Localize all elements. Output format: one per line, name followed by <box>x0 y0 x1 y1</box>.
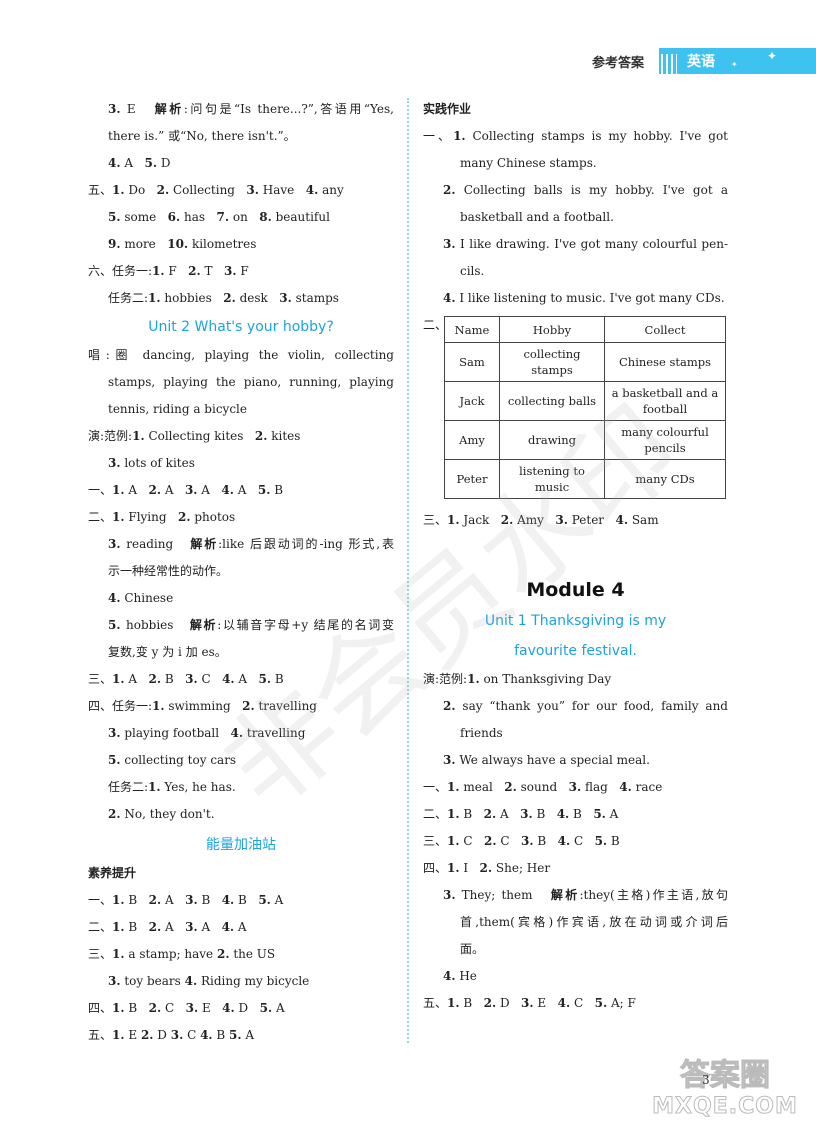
table-cell: drawing <box>499 420 605 460</box>
answer-line: 2. Collecting balls is my hobby. I've go… <box>443 183 728 197</box>
answer-line: 3. E 解析:问句是“Is there...?”,答语用“Yes, <box>108 102 394 116</box>
answer-line: 任务二:1. Yes, he has. <box>108 780 236 794</box>
table-cell: Chinese stamps <box>604 342 726 382</box>
answer-line: 三、1. C 2. C 3. B 4. C 5. B <box>423 834 620 848</box>
site-logo-bottom: MXQE.COM <box>652 1094 798 1120</box>
page-number: 3 <box>702 1073 710 1087</box>
stripes-decoration <box>661 54 677 74</box>
table-cell: collecting stamps <box>499 342 605 382</box>
answer-line: 一、1. B 2. A 3. B 4. B 5. A <box>88 893 284 907</box>
table-cell: many colourful pencils <box>604 420 726 460</box>
answer-line: 3. playing football 4. travelling <box>108 726 306 740</box>
table-row: Amy drawing many colourful pencils <box>444 420 726 460</box>
subject-label: 英语 <box>687 54 715 70</box>
answer-line: 3. reading 解析:like 后跟动词的-ing 形式,表 <box>108 537 394 551</box>
answer-line: 五、1. E 2. D 3. C 4. B 5. A <box>88 1028 255 1042</box>
answer-line: cils. <box>460 264 485 278</box>
answer-line: 四、1. I 2. She; Her <box>423 861 551 875</box>
answer-line: 首,them(宾格)作宾语,放在动词或介词后 <box>460 915 728 929</box>
hobby-table: Name Hobby Collect Sam collecting stamps Chi… <box>444 316 726 499</box>
left-column: 3. E 解析:问句是“Is there...?”,答语用“Yes, there … <box>88 96 394 1049</box>
column-divider <box>407 98 409 1043</box>
answer-line: 5. some 6. has 7. on 8. beautiful <box>108 210 330 224</box>
header-label: 参考答案 <box>592 56 645 71</box>
answer-line: 4. Chinese <box>108 591 174 605</box>
subsection-heading: 素养提升 <box>88 866 137 880</box>
answer-line: 演:范例:1. on Thanksgiving Day <box>423 672 612 686</box>
answer-line: 一、1. Collecting stamps is my hobby. I've… <box>423 129 728 143</box>
answer-line: 任务二:1. hobbies 2. desk 3. stamps <box>108 291 339 305</box>
unit-title-line-2: favourite festival. <box>514 643 637 659</box>
table-cell: Peter <box>444 459 500 499</box>
subsection-heading: 实践作业 <box>423 102 472 116</box>
unit-title-line-1: Unit 1 Thanksgiving is my <box>484 613 667 629</box>
answer-line: 五、1. Do 2. Collecting 3. Have 4. any <box>88 183 344 197</box>
sparkle-icon: ✦ <box>731 60 738 69</box>
table-header-cell: Hobby <box>499 316 605 343</box>
answer-line: 3. I like drawing. I've got many colourf… <box>443 237 728 251</box>
answer-line: 5. collecting toy cars <box>108 753 237 767</box>
table-cell: Jack <box>444 381 500 421</box>
answer-line: 三、1. Jack 2. Amy 3. Peter 4. Sam <box>423 513 659 527</box>
answer-line: 一、1. A 2. A 3. A 4. A 5. B <box>88 483 284 497</box>
section-title: 能量加油站 <box>206 837 276 853</box>
module-title: Module 4 <box>526 579 625 601</box>
answer-line: 二、1. Flying 2. photos <box>88 510 236 524</box>
table-row: Jack collecting balls a basketball and a f… <box>444 381 726 421</box>
answer-line: 2. say “thank you” for our food, family … <box>443 699 728 713</box>
answer-line: 3. They; them 解析:they(主格)作主语,放句 <box>443 888 728 902</box>
answer-line: 4. I like listening to music. I've got m… <box>443 291 725 305</box>
table-header-cell: Collect <box>604 316 726 343</box>
answer-line: 二、1. B 2. A 3. A 4. A <box>88 920 247 934</box>
table-cell: collecting balls <box>499 381 605 421</box>
table-row: Sam collecting stamps Chinese stamps <box>444 342 726 382</box>
answer-line: 四、1. B 2. C 3. E 4. D 5. A <box>88 1001 285 1015</box>
answer-line: 五、1. B 2. D 3. E 4. C 5. A; F <box>423 996 636 1010</box>
answer-line: 四、任务一:1. swimming 2. travelling <box>88 699 317 713</box>
table-row: Peter listening to music many CDs <box>444 459 726 499</box>
right-column: 实践作业 一、1. Collecting stamps is my hobby.… <box>423 96 728 1017</box>
answer-line: many Chinese stamps. <box>460 156 597 170</box>
answer-line: 3. toy bears 4. Riding my bicycle <box>108 974 310 988</box>
answer-line: 二、1. B 2. A 3. B 4. B 5. A <box>423 807 619 821</box>
table-cell: many CDs <box>604 459 726 499</box>
table-prefix: 二、 <box>423 318 448 332</box>
sparkle-icon: ✦ <box>767 49 778 63</box>
answer-line: 演:范例:1. Collecting kites 2. kites <box>88 429 301 443</box>
table-cell: Sam <box>444 342 500 382</box>
table-cell: listening to music <box>499 459 605 499</box>
answer-line: 5. hobbies 解析:以辅音字母+y 结尾的名词变 <box>108 618 394 632</box>
answer-line: 六、任务一:1. F 2. T 3. F <box>88 264 249 278</box>
answer-line: 三、1. A 2. B 3. C 4. A 5. B <box>88 672 284 686</box>
answer-line: friends <box>460 726 503 740</box>
answer-line: there is.” 或“No, there isn't.”。 <box>108 129 296 143</box>
hobby-table-block: 二、 Name Hobby Collect Sam collecting stamps… <box>423 316 728 499</box>
table-cell: Amy <box>444 420 500 460</box>
answer-line: 3. lots of kites <box>108 456 195 470</box>
answer-line: tennis, riding a bicycle <box>108 402 247 416</box>
site-logo: 答案圈 MXQE.COM <box>645 1050 805 1120</box>
answer-line: 9. more 10. kilometres <box>108 237 257 251</box>
answer-line: basketball and a football. <box>460 210 614 224</box>
answer-line: 三、1. a stamp; have 2. the US <box>88 947 276 961</box>
site-logo-top: 答案圈 <box>680 1058 771 1094</box>
answer-line: stamps, playing the piano, running, play… <box>108 375 394 389</box>
answer-line: 2. No, they don't. <box>108 807 215 821</box>
table-header-cell: Name <box>444 316 500 343</box>
subject-banner: 英语 ✦ ✦ <box>659 48 816 74</box>
unit-title: Unit 2 What's your hobby? <box>148 319 334 335</box>
answer-line: 一、1. meal 2. sound 3. flag 4. race <box>423 780 663 794</box>
answer-line: 4. He <box>443 969 477 983</box>
answer-line: 面。 <box>460 942 485 956</box>
answer-line: 唱:圈 dancing, playing the violin, collect… <box>88 348 394 362</box>
answer-line: 示一种经常性的动作。 <box>108 564 229 578</box>
answer-line: 4. A 5. D <box>108 156 171 170</box>
answer-line: 复数,变 y 为 i 加 es。 <box>108 645 227 659</box>
answer-line: 3. We always have a special meal. <box>443 753 650 767</box>
table-cell: a basketball and a football <box>604 381 726 421</box>
